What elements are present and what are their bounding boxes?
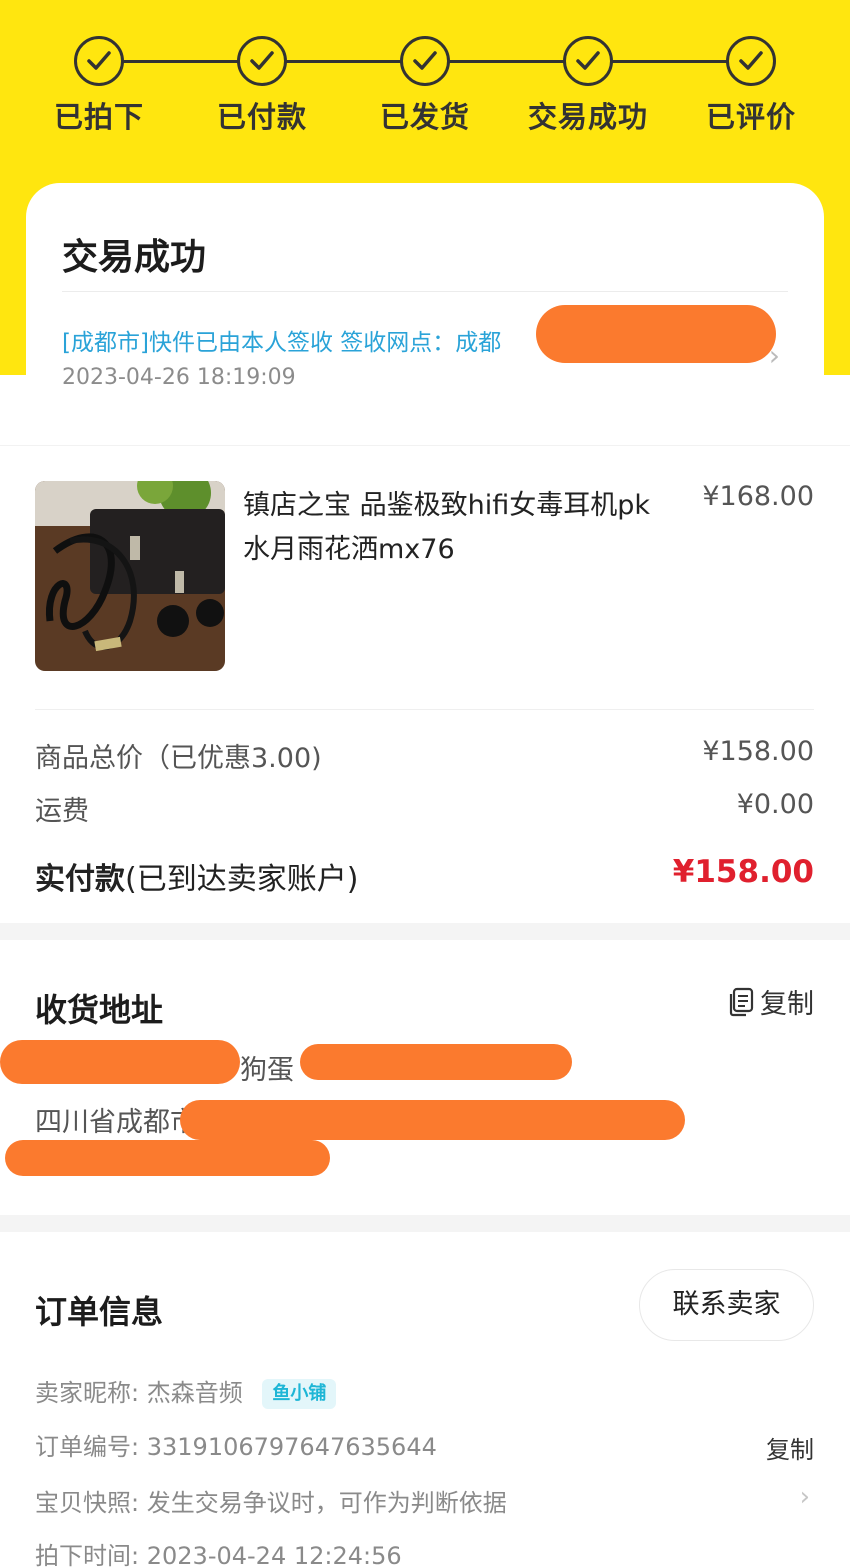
address-title: 收货地址 xyxy=(35,991,164,1029)
seller-name[interactable]: 杰森音频 xyxy=(147,1379,243,1407)
step-shipped: 已发货 xyxy=(355,36,495,136)
goods-total-row: 商品总价（已优惠3.00) ¥158.00 xyxy=(35,736,814,775)
shipping-label: 运费 xyxy=(35,796,89,827)
paid-label: 实付款 xyxy=(35,862,125,897)
seller-row: 卖家昵称: 杰森音频 鱼小铺 xyxy=(35,1373,337,1409)
copy-icon xyxy=(729,987,754,1016)
address-line: 四川省成都市 xyxy=(35,1107,197,1138)
paid-amount: ¥158.00 xyxy=(672,854,814,890)
step-label: 已拍下 xyxy=(53,100,144,134)
redaction xyxy=(180,1100,685,1140)
logistics-time: 2023-04-26 18:19:09 xyxy=(62,365,296,390)
step-reviewed: 已评价 xyxy=(681,36,821,136)
order-number-label: 订单编号: xyxy=(35,1433,140,1461)
order-progress: 已拍下 已付款 已发货 交易成功 已评价 xyxy=(0,0,850,160)
shop-badge: 鱼小铺 xyxy=(262,1379,337,1409)
step-label: 交易成功 xyxy=(527,100,648,134)
shipping-row: 运费 ¥0.00 xyxy=(35,789,814,828)
status-title: 交易成功 xyxy=(62,237,207,278)
snapshot-text: 发生交易争议时，可作为判断依据 xyxy=(146,1489,507,1517)
goods-total-label: 商品总价（已优惠3.00) xyxy=(35,743,322,774)
address-section: 收货地址 复制 狗蛋 四川省成都市 xyxy=(0,940,850,1215)
status-card[interactable]: 交易成功 [成都市]快件已由本人签收 签收网点：成都 2023-04-26 18… xyxy=(26,183,824,427)
product-thumbnail[interactable] xyxy=(35,481,225,671)
product-title[interactable]: 镇店之宝 品鉴极致hifi女毒耳机pk水月雨花洒mx76 xyxy=(243,484,673,572)
redaction xyxy=(300,1044,572,1080)
check-icon xyxy=(74,36,124,86)
paid-note: (已到达卖家账户) xyxy=(125,862,359,897)
logistics-latest[interactable]: [成都市]快件已由本人签收 签收网点：成都 xyxy=(62,323,501,357)
shipping-value: ¥0.00 xyxy=(736,789,814,820)
divider xyxy=(35,709,814,710)
redaction xyxy=(0,1040,240,1084)
snapshot-label: 宝贝快照: xyxy=(35,1489,140,1517)
order-info-title: 订单信息 xyxy=(35,1293,164,1331)
chevron-right-icon: › xyxy=(799,1482,810,1512)
product-section: 镇店之宝 品鉴极致hifi女毒耳机pk水月雨花洒mx76 ¥168.00 商品总… xyxy=(0,445,850,923)
divider xyxy=(62,291,788,292)
order-number: 3319106797647635644 xyxy=(146,1433,437,1461)
redaction xyxy=(5,1140,330,1176)
snapshot-row[interactable]: 宝贝快照: 发生交易争议时，可作为判断依据 xyxy=(35,1483,507,1518)
seller-label: 卖家昵称: xyxy=(35,1379,140,1407)
check-icon xyxy=(400,36,450,86)
contact-seller-button[interactable]: 联系卖家 xyxy=(639,1269,814,1341)
order-info-section: 订单信息 联系卖家 卖家昵称: 杰森音频 鱼小铺 订单编号: 331910679… xyxy=(0,1232,850,1567)
step-label: 已付款 xyxy=(216,100,307,134)
order-number-row: 订单编号: 3319106797647635644 xyxy=(35,1427,437,1462)
step-paid: 已付款 xyxy=(192,36,332,136)
product-price: ¥168.00 xyxy=(702,481,814,512)
step-label: 已发货 xyxy=(379,100,470,134)
copy-order-number-button[interactable]: 复制 xyxy=(766,1430,814,1465)
check-icon xyxy=(563,36,613,86)
check-icon xyxy=(237,36,287,86)
paid-row: 实付款(已到达卖家账户) ¥158.00 xyxy=(35,854,814,898)
order-time: 2023-04-24 12:24:56 xyxy=(146,1542,402,1567)
order-time-label: 拍下时间: xyxy=(35,1542,140,1567)
check-icon xyxy=(726,36,776,86)
copy-label: 复制 xyxy=(760,989,814,1020)
step-placed: 已拍下 xyxy=(29,36,169,136)
step-completed: 交易成功 xyxy=(518,36,658,136)
goods-total-value: ¥158.00 xyxy=(702,736,814,767)
copy-address-button[interactable]: 复制 xyxy=(728,982,814,1021)
redaction xyxy=(536,305,776,363)
recipient-name: 狗蛋 xyxy=(240,1055,294,1086)
step-label: 已评价 xyxy=(705,100,796,134)
order-time-row: 拍下时间: 2023-04-24 12:24:56 xyxy=(35,1536,402,1567)
